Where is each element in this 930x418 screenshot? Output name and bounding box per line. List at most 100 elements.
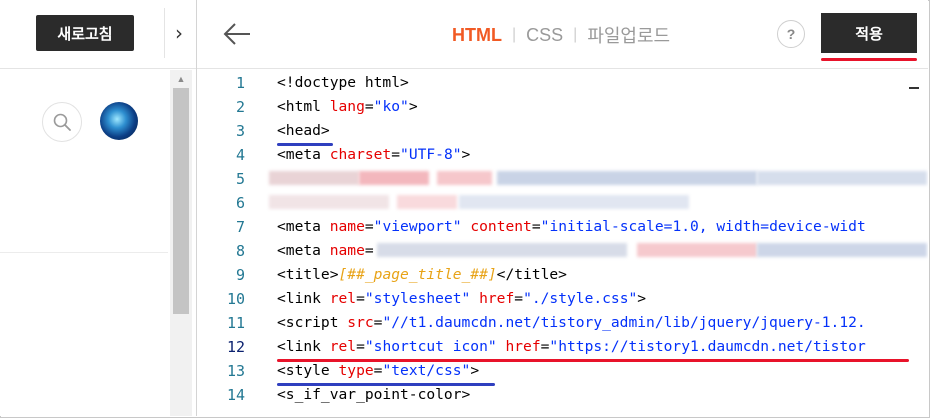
code-line[interactable]: <link rel="stylesheet" href="./style.css… bbox=[277, 287, 646, 311]
code-token: <style bbox=[277, 362, 339, 379]
tab-separator: | bbox=[511, 26, 517, 43]
code-token: "//t1.daumcdn.net/tistory_admin/lib/jque… bbox=[382, 314, 866, 331]
code-token: rel bbox=[329, 290, 357, 307]
line-number: 2 bbox=[235, 98, 245, 116]
code-token: "./style.css" bbox=[523, 290, 638, 307]
avatar[interactable] bbox=[100, 102, 138, 140]
code-line[interactable]: <s_if_var_point-color> bbox=[277, 383, 470, 407]
code-line[interactable]: <html lang="ko"> bbox=[277, 95, 418, 119]
code-token: = bbox=[364, 98, 374, 115]
code-token: <html bbox=[277, 98, 330, 115]
refresh-button[interactable]: 새로고침 bbox=[36, 15, 134, 51]
code-editor[interactable]: 1 2 3 4 5 6 7 8 9 10 11 12 13 14 <!doctype html> <html… bbox=[197, 69, 928, 416]
search-icon bbox=[53, 113, 71, 131]
code-token: src bbox=[347, 314, 374, 331]
code-token: = bbox=[356, 338, 365, 355]
preview-toolbar: 새로고침 › bbox=[0, 0, 196, 69]
code-token: <script bbox=[277, 314, 348, 331]
code-token: <title> bbox=[277, 266, 339, 283]
code-token: name bbox=[329, 242, 365, 259]
code-token: charset bbox=[329, 146, 392, 163]
editor-header: HTML | CSS | 파일업로드 ? 적용 bbox=[197, 0, 928, 69]
code-line[interactable]: <title>[##_page_title_##]</title> bbox=[277, 263, 567, 287]
tab-css[interactable]: CSS bbox=[526, 25, 563, 46]
code-token: "stylesheet" bbox=[364, 290, 471, 307]
tab-separator: | bbox=[573, 26, 578, 43]
code-token: = bbox=[514, 290, 524, 307]
code-token: "ko" bbox=[373, 98, 409, 115]
arrow-left-icon bbox=[223, 23, 250, 45]
code-token: <meta bbox=[277, 146, 330, 163]
chevron-right-icon: › bbox=[175, 21, 183, 45]
code-token: <!doctype html> bbox=[277, 74, 409, 91]
code-line[interactable]: <style type="text/css"> bbox=[277, 359, 479, 383]
collapse-toggle-button[interactable]: › bbox=[164, 8, 193, 58]
line-number: 10 bbox=[226, 290, 245, 308]
code-token: = bbox=[364, 242, 374, 259]
code-line[interactable]: <link rel="shortcut icon" href="https://… bbox=[277, 335, 866, 359]
tab-html[interactable]: HTML bbox=[452, 25, 502, 46]
code-line[interactable]: <meta name= bbox=[277, 239, 374, 263]
code-token: > bbox=[470, 362, 480, 379]
code-token: "shortcut icon" bbox=[364, 338, 497, 355]
code-token: <link bbox=[277, 338, 330, 355]
line-number: 13 bbox=[226, 362, 245, 380]
code-line[interactable]: <!doctype html> bbox=[277, 71, 409, 95]
scrollbar-thumb[interactable] bbox=[173, 88, 189, 314]
tab-file-upload[interactable]: 파일업로드 bbox=[587, 22, 670, 48]
search-button[interactable] bbox=[42, 102, 82, 142]
line-number: 9 bbox=[235, 266, 245, 284]
code-token: <head> bbox=[277, 122, 330, 139]
code-token: "text/css" bbox=[382, 362, 471, 379]
code-token: content bbox=[470, 218, 532, 235]
code-token: <link bbox=[277, 290, 330, 307]
line-number: 8 bbox=[235, 242, 245, 260]
code-token: <s_if_var_point-color> bbox=[277, 386, 471, 403]
code-token: > bbox=[408, 98, 418, 115]
editor-scroll-marker bbox=[909, 87, 919, 89]
back-button[interactable] bbox=[221, 18, 253, 50]
code-token: lang bbox=[329, 98, 365, 115]
help-button[interactable]: ? bbox=[777, 20, 805, 48]
code-token: href bbox=[505, 338, 541, 355]
preview-scrollbar[interactable]: ▲ bbox=[170, 70, 192, 416]
code-token: "UTF-8" bbox=[400, 146, 462, 163]
code-line[interactable]: <meta charset="UTF-8"> bbox=[277, 143, 470, 167]
scroll-up-icon[interactable]: ▲ bbox=[170, 70, 192, 88]
code-token: rel bbox=[329, 338, 357, 355]
annotation-underline-style bbox=[277, 383, 495, 386]
code-token: href bbox=[479, 290, 515, 307]
annotation-underline-shortcut-icon bbox=[277, 359, 909, 362]
editor-tabs: HTML | CSS | 파일업로드 bbox=[452, 22, 670, 48]
code-token: [##_page_title_##] bbox=[338, 266, 497, 283]
code-token: = bbox=[364, 218, 374, 235]
code-token: type bbox=[338, 362, 374, 379]
line-number: 3 bbox=[235, 122, 245, 140]
code-token: name bbox=[329, 218, 365, 235]
annotation-underline-head bbox=[277, 143, 333, 146]
line-number: 7 bbox=[235, 218, 245, 236]
line-number: 6 bbox=[235, 194, 245, 212]
code-token: > bbox=[461, 146, 471, 163]
line-number: 11 bbox=[226, 314, 245, 332]
code-token: "https://tistory1.daumcdn.net/tistor bbox=[549, 338, 866, 355]
code-token: "viewport" bbox=[373, 218, 462, 235]
code-line[interactable]: <script src="//t1.daumcdn.net/tistory_ad… bbox=[277, 311, 866, 335]
divider bbox=[0, 252, 168, 253]
line-number: 5 bbox=[235, 170, 245, 188]
code-token: = bbox=[391, 146, 401, 163]
code-line[interactable]: <meta name="viewport" content="initial-s… bbox=[277, 215, 866, 239]
preview-pane: 새로고침 › ▲ bbox=[0, 0, 196, 416]
line-number-gutter: 1 2 3 4 5 6 7 8 9 10 11 12 13 14 bbox=[197, 69, 259, 416]
code-token: = bbox=[531, 218, 541, 235]
line-number: 4 bbox=[235, 146, 245, 164]
code-token: <meta bbox=[277, 242, 330, 259]
code-token: > bbox=[637, 290, 647, 307]
code-token: "initial-scale=1.0, width=device-widt bbox=[540, 218, 866, 235]
annotation-underline-apply bbox=[821, 58, 917, 61]
code-line[interactable]: <head> bbox=[277, 119, 330, 143]
code-token: <meta bbox=[277, 218, 330, 235]
line-number: 1 bbox=[235, 74, 245, 92]
apply-button[interactable]: 적용 bbox=[821, 13, 917, 53]
